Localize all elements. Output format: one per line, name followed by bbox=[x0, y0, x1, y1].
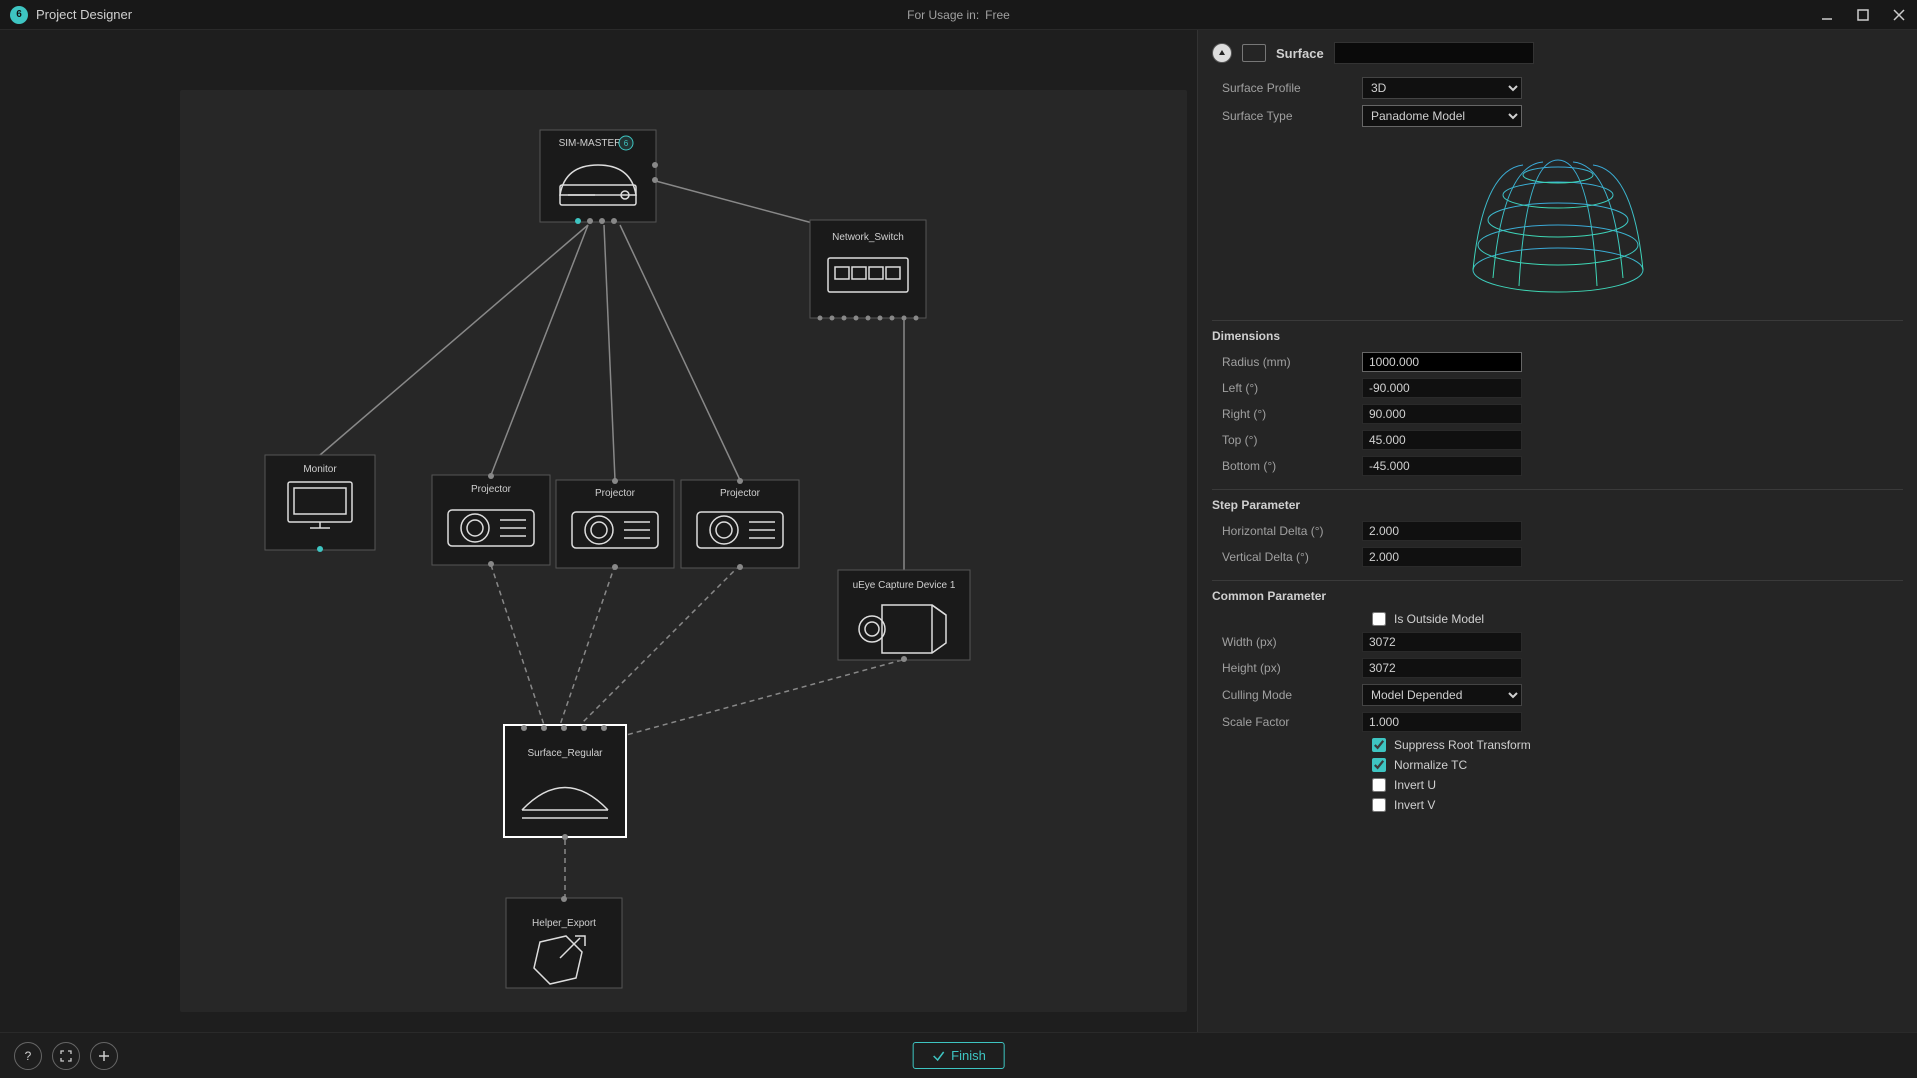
invert-u-checkbox[interactable] bbox=[1372, 778, 1386, 792]
surface-profile-select[interactable]: 3D bbox=[1362, 77, 1522, 99]
hdelta-label: Horizontal Delta (°) bbox=[1212, 524, 1362, 538]
normalize-checkbox[interactable] bbox=[1372, 758, 1386, 772]
svg-text:Monitor: Monitor bbox=[303, 464, 337, 475]
finish-button[interactable]: Finish bbox=[912, 1042, 1005, 1069]
outside-model-label: Is Outside Model bbox=[1394, 612, 1484, 626]
suppress-label: Suppress Root Transform bbox=[1394, 738, 1531, 752]
surface-profile-label: Surface Profile bbox=[1212, 81, 1362, 95]
invert-u-label: Invert U bbox=[1394, 778, 1436, 792]
panel-title: Surface bbox=[1276, 46, 1324, 61]
surface-type-label: Surface Type bbox=[1212, 109, 1362, 123]
left-label: Left (°) bbox=[1212, 381, 1362, 395]
outside-model-checkbox[interactable] bbox=[1372, 612, 1386, 626]
normalize-label: Normalize TC bbox=[1394, 758, 1467, 772]
width-input[interactable] bbox=[1362, 632, 1522, 652]
add-button[interactable] bbox=[90, 1042, 118, 1070]
node-projector-1[interactable]: Projector bbox=[432, 473, 550, 567]
bottom-label: Bottom (°) bbox=[1212, 459, 1362, 473]
svg-text:Projector: Projector bbox=[595, 488, 636, 499]
right-input[interactable] bbox=[1362, 404, 1522, 424]
collapse-icon[interactable] bbox=[1212, 43, 1232, 63]
node-projector-3[interactable]: Projector bbox=[681, 478, 799, 570]
vdelta-input[interactable] bbox=[1362, 547, 1522, 567]
svg-text:6: 6 bbox=[624, 139, 629, 148]
width-label: Width (px) bbox=[1212, 635, 1362, 649]
svg-text:Projector: Projector bbox=[720, 488, 761, 499]
dimensions-section-title: Dimensions bbox=[1212, 320, 1903, 343]
surface-header-icon bbox=[1242, 44, 1266, 62]
culling-label: Culling Mode bbox=[1212, 688, 1362, 702]
invert-v-label: Invert V bbox=[1394, 798, 1435, 812]
height-input[interactable] bbox=[1362, 658, 1522, 678]
culling-select[interactable]: Model Depended bbox=[1362, 684, 1522, 706]
close-button[interactable] bbox=[1889, 5, 1909, 25]
footer-bar: ? Finish bbox=[0, 1032, 1917, 1078]
node-network-switch[interactable]: Network_Switch bbox=[810, 220, 926, 321]
hdelta-input[interactable] bbox=[1362, 521, 1522, 541]
app-title: Project Designer bbox=[36, 7, 132, 22]
node-helper-export[interactable]: Helper_Export bbox=[506, 896, 622, 988]
finish-label: Finish bbox=[951, 1048, 986, 1063]
check-icon bbox=[931, 1049, 945, 1063]
radius-label: Radius (mm) bbox=[1212, 355, 1362, 369]
svg-text:Surface_Regular: Surface_Regular bbox=[527, 748, 603, 759]
graph-canvas[interactable]: SIM-MASTER 6 Network_Switch bbox=[0, 30, 1197, 1032]
scale-input[interactable] bbox=[1362, 712, 1522, 732]
left-input[interactable] bbox=[1362, 378, 1522, 398]
right-label: Right (°) bbox=[1212, 407, 1362, 421]
vdelta-label: Vertical Delta (°) bbox=[1212, 550, 1362, 564]
surface-name-input[interactable] bbox=[1334, 42, 1534, 64]
maximize-button[interactable] bbox=[1853, 5, 1873, 25]
node-monitor[interactable]: Monitor bbox=[265, 455, 375, 552]
fullscreen-button[interactable] bbox=[52, 1042, 80, 1070]
bottom-input[interactable] bbox=[1362, 456, 1522, 476]
usage-label: For Usage in: bbox=[907, 8, 979, 22]
svg-text:Network_Switch: Network_Switch bbox=[832, 232, 904, 243]
surface-preview bbox=[1212, 130, 1903, 310]
step-section-title: Step Parameter bbox=[1212, 489, 1903, 512]
top-label: Top (°) bbox=[1212, 433, 1362, 447]
svg-text:uEye Capture Device 1: uEye Capture Device 1 bbox=[853, 580, 956, 591]
node-capture-device[interactable]: uEye Capture Device 1 bbox=[838, 570, 970, 662]
node-sim-master[interactable]: SIM-MASTER 6 bbox=[540, 130, 658, 224]
invert-v-checkbox[interactable] bbox=[1372, 798, 1386, 812]
radius-input[interactable] bbox=[1362, 352, 1522, 372]
surface-type-select[interactable]: Panadome Model bbox=[1362, 105, 1522, 127]
svg-text:Helper_Export: Helper_Export bbox=[532, 918, 596, 929]
suppress-checkbox[interactable] bbox=[1372, 738, 1386, 752]
svg-text:Projector: Projector bbox=[471, 484, 512, 495]
top-input[interactable] bbox=[1362, 430, 1522, 450]
scale-label: Scale Factor bbox=[1212, 715, 1362, 729]
app-logo-icon: 6 bbox=[10, 6, 28, 24]
help-button[interactable]: ? bbox=[14, 1042, 42, 1070]
usage-value: Free bbox=[985, 8, 1010, 22]
common-section-title: Common Parameter bbox=[1212, 580, 1903, 603]
svg-text:SIM-MASTER: SIM-MASTER bbox=[559, 138, 622, 149]
node-surface[interactable]: Surface_Regular bbox=[504, 725, 626, 840]
properties-panel: Surface Surface Profile 3D Surface Type … bbox=[1197, 30, 1917, 1032]
node-projector-2[interactable]: Projector bbox=[556, 478, 674, 570]
minimize-button[interactable] bbox=[1817, 5, 1837, 25]
title-bar: 6 Project Designer For Usage in: Free bbox=[0, 0, 1917, 30]
height-label: Height (px) bbox=[1212, 661, 1362, 675]
